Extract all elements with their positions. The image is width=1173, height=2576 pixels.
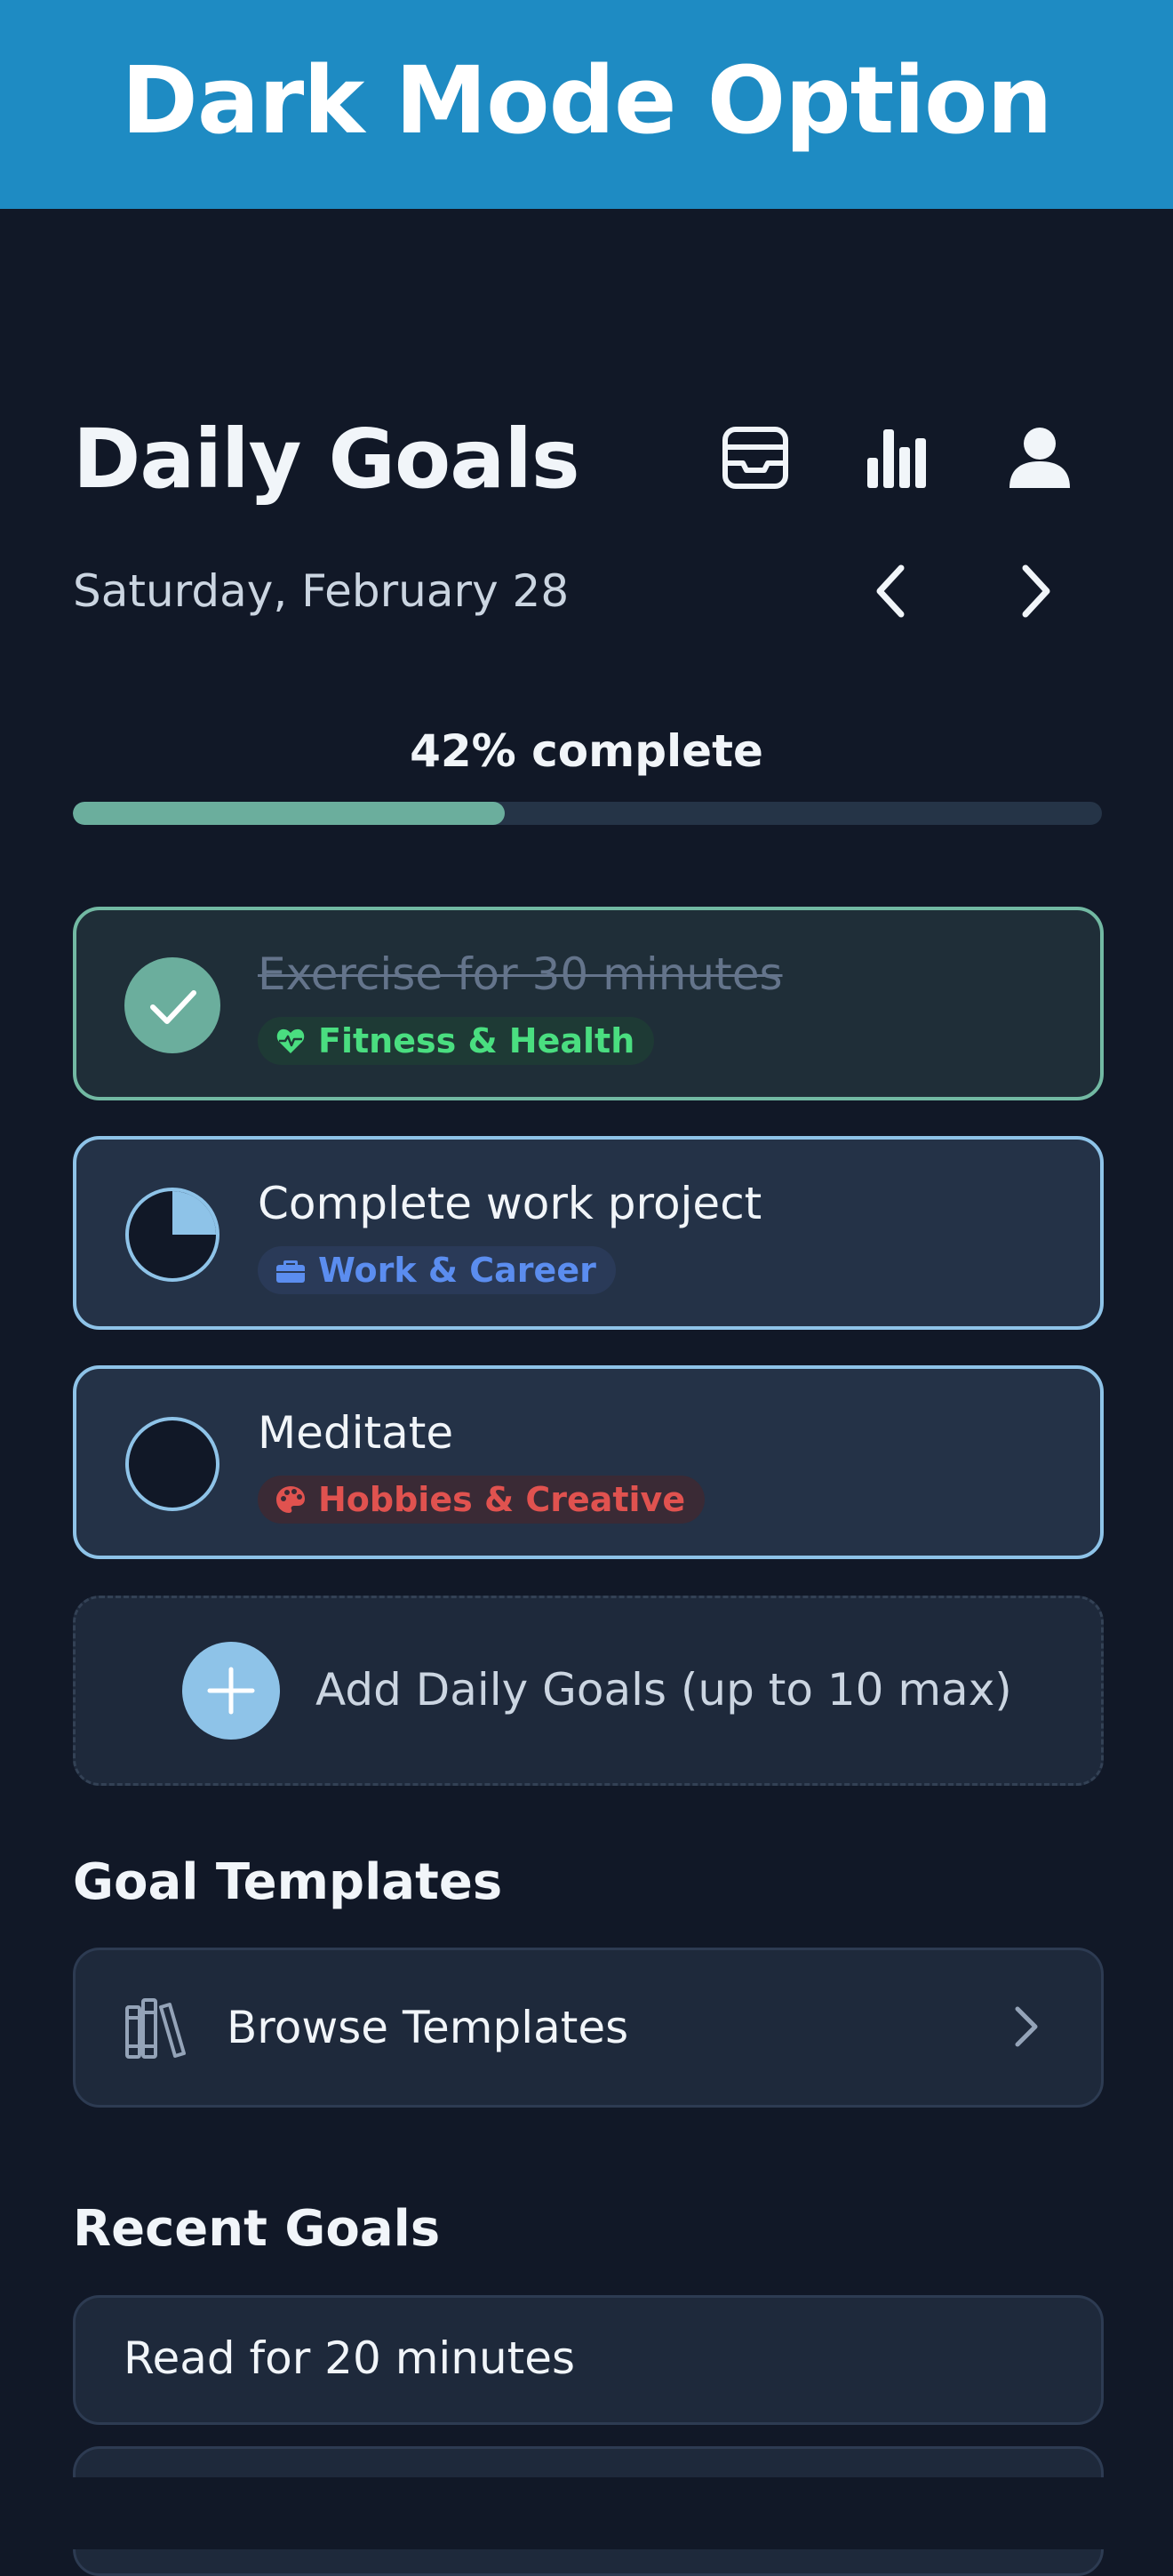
palette-icon bbox=[275, 1484, 306, 1515]
empty-circle-icon[interactable] bbox=[124, 1416, 220, 1512]
recent-goal-item[interactable]: Read for 20 minutes bbox=[73, 2295, 1104, 2425]
goal-card-meditate[interactable]: Meditate Hobbies & Creative bbox=[73, 1365, 1104, 1559]
recent-goal-label: Read for 20 minutes bbox=[124, 2332, 576, 2384]
inbox-tray-icon[interactable] bbox=[720, 422, 791, 493]
goal-card-work-project[interactable]: Complete work project Work & Career bbox=[73, 1136, 1104, 1330]
chevron-right-icon bbox=[1000, 2002, 1049, 2052]
progress-pie-icon[interactable] bbox=[124, 1187, 220, 1283]
goal-title: Complete work project bbox=[258, 1178, 762, 1229]
briefcase-icon bbox=[275, 1255, 306, 1285]
progress-label: 42% complete bbox=[410, 725, 763, 777]
category-label: Work & Career bbox=[318, 1251, 596, 1290]
category-tag: Work & Career bbox=[258, 1246, 616, 1294]
current-date: Saturday, February 28 bbox=[73, 565, 570, 617]
category-tag: Hobbies & Creative bbox=[258, 1476, 706, 1524]
category-label: Fitness & Health bbox=[318, 1021, 635, 1060]
add-goals-label: Add Daily Goals (up to 10 max) bbox=[315, 1664, 1012, 1716]
recent-heading: Recent Goals bbox=[73, 2200, 441, 2258]
goal-title: Exercise for 30 minutes bbox=[258, 948, 783, 1000]
heart-pulse-icon bbox=[275, 1026, 306, 1056]
library-books-icon bbox=[124, 1996, 188, 2060]
bottom-fade bbox=[0, 2477, 1173, 2549]
category-label: Hobbies & Creative bbox=[318, 1480, 686, 1519]
user-icon[interactable] bbox=[1004, 422, 1075, 493]
plus-icon[interactable] bbox=[182, 1642, 280, 1740]
chevron-right-icon[interactable] bbox=[999, 556, 1070, 627]
templates-heading: Goal Templates bbox=[73, 1853, 503, 1911]
progress-bar bbox=[73, 802, 1102, 825]
check-icon[interactable] bbox=[124, 957, 220, 1053]
category-tag: Fitness & Health bbox=[258, 1017, 655, 1065]
goal-card-exercise[interactable]: Exercise for 30 minutes Fitness & Health bbox=[73, 907, 1104, 1100]
page-title: Daily Goals bbox=[73, 412, 580, 507]
banner-title: Dark Mode Option bbox=[121, 45, 1052, 155]
promo-banner: Dark Mode Option bbox=[0, 0, 1173, 209]
goal-title: Meditate bbox=[258, 1407, 454, 1459]
add-goals-card[interactable]: Add Daily Goals (up to 10 max) bbox=[73, 1596, 1104, 1786]
progress-fill bbox=[73, 802, 506, 825]
chevron-left-icon[interactable] bbox=[857, 556, 928, 627]
browse-templates-label: Browse Templates bbox=[227, 2002, 629, 2053]
bar-chart-icon[interactable] bbox=[862, 422, 933, 493]
browse-templates-button[interactable]: Browse Templates bbox=[73, 1948, 1104, 2108]
